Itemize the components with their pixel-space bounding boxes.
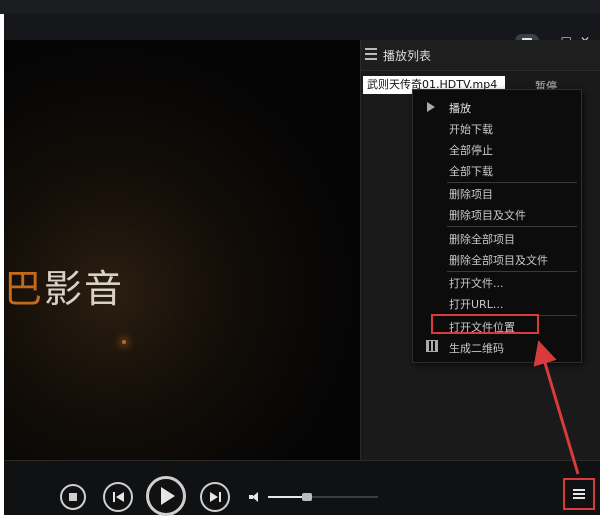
play-icon bbox=[161, 487, 175, 505]
playlist-header: 播放列表 bbox=[361, 40, 600, 71]
menu-item-play[interactable]: 播放 bbox=[449, 100, 471, 116]
skip-forward-icon bbox=[209, 492, 221, 502]
playlist-title: 播放列表 bbox=[383, 49, 432, 63]
menu-item-download-all[interactable]: 全部下载 bbox=[449, 163, 493, 179]
menu-item-delete-item[interactable]: 删除项目 bbox=[449, 186, 493, 202]
previous-button[interactable] bbox=[103, 482, 133, 512]
logo-glow bbox=[122, 340, 126, 344]
logo-part-white: 影音 bbox=[44, 267, 125, 311]
highlight-box bbox=[431, 314, 539, 334]
menu-item-delete-all-and-files[interactable]: 删除全部项目及文件 bbox=[449, 252, 548, 268]
logo-part-orange: 巴 bbox=[4, 267, 45, 311]
top-strip bbox=[0, 0, 600, 14]
menu-separator bbox=[447, 226, 577, 227]
playlist-icon bbox=[573, 488, 585, 500]
stop-button[interactable] bbox=[60, 484, 86, 510]
menu-separator bbox=[447, 182, 577, 183]
title-bar: – □ ✕ bbox=[4, 14, 600, 48]
volume-handle[interactable] bbox=[301, 493, 312, 501]
volume-slider[interactable] bbox=[268, 493, 378, 501]
volume-icon[interactable] bbox=[249, 492, 259, 502]
volume-fill bbox=[268, 496, 307, 498]
video-area[interactable]: 巴影音 bbox=[4, 40, 360, 460]
next-button[interactable] bbox=[200, 482, 230, 512]
menu-item-delete-all[interactable]: 删除全部项目 bbox=[449, 231, 515, 247]
play-button[interactable] bbox=[146, 476, 186, 516]
menu-item-generate-qr[interactable]: 生成二维码 bbox=[449, 340, 504, 356]
play-icon bbox=[427, 102, 435, 112]
player-app: – □ ✕ 巴影音 播放列表 武则天传奇01.HDTV.mp4 暂停 播放 开始… bbox=[0, 0, 600, 516]
menu-item-delete-item-and-file[interactable]: 删除项目及文件 bbox=[449, 207, 526, 223]
app-logo: 巴影音 bbox=[4, 258, 124, 313]
skip-back-icon bbox=[112, 492, 124, 502]
menu-item-stop-all[interactable]: 全部停止 bbox=[449, 142, 493, 158]
list-icon bbox=[365, 48, 377, 60]
menu-item-open-file[interactable]: 打开文件... bbox=[449, 275, 504, 291]
menu-separator bbox=[447, 271, 577, 272]
menu-item-start-download[interactable]: 开始下载 bbox=[449, 121, 493, 137]
stop-icon bbox=[69, 493, 77, 501]
qr-code-icon bbox=[426, 340, 438, 352]
playlist-toggle-button[interactable] bbox=[563, 478, 595, 510]
control-bar bbox=[4, 460, 600, 515]
menu-item-open-url[interactable]: 打开URL... bbox=[449, 296, 503, 312]
